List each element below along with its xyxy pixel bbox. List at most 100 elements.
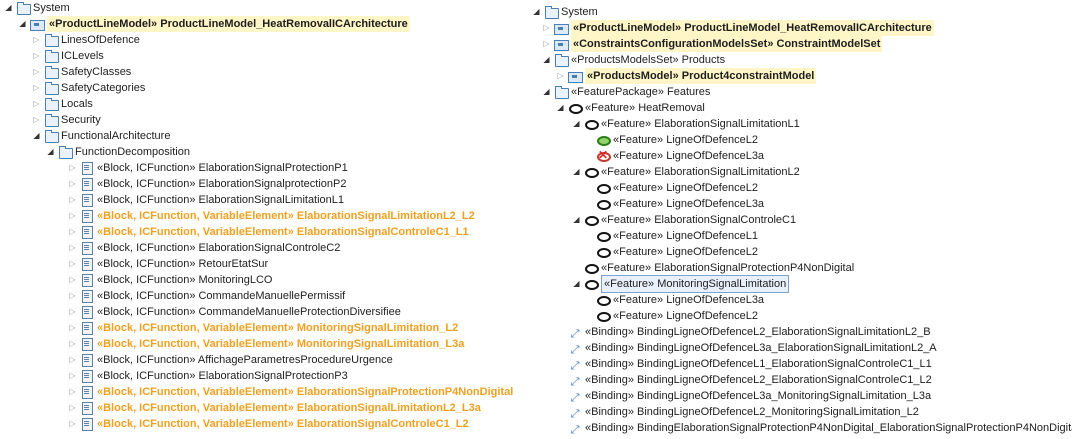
tree-node-feature[interactable]: ◢ «Feature» ElaborationSignalLimitationL… (572, 164, 800, 180)
expand-arrow-closed-icon[interactable]: ▷ (68, 256, 77, 272)
tree-node-feature[interactable]: «Feature» LigneOfDefenceL3a (596, 147, 764, 164)
expand-arrow-closed-icon[interactable]: ▷ (68, 224, 77, 240)
tree-node-feature[interactable]: «Feature» LigneOfDefenceL2 (596, 132, 758, 148)
tree-node-feature[interactable]: ◢ «Feature» HeatRemoval (556, 100, 705, 116)
tree-node-feature[interactable]: «Feature» LigneOfDefenceL1 (596, 228, 758, 244)
expand-arrow-closed-icon[interactable]: ▷ (68, 240, 77, 256)
expand-arrow-closed-icon[interactable]: ▷ (68, 272, 77, 288)
tree-node-feature[interactable]: ◢ «Feature» ElaborationSignalLimitationL… (572, 116, 800, 132)
tree-node-variable-block[interactable]: ▷ «Block, ICFunction, VariableElement» M… (68, 336, 464, 352)
expand-arrow-closed-icon[interactable]: ▷ (68, 304, 77, 320)
tree-node-safetycategories[interactable]: ▷ SafetyCategories (32, 80, 145, 96)
expand-arrow-closed-icon[interactable]: ▷ (32, 32, 41, 48)
tree-node-binding[interactable]: ⤢ «Binding» BindingLigneOfDefenceL2_Moni… (568, 404, 919, 420)
expand-arrow-closed-icon[interactable]: ▷ (32, 80, 41, 96)
tree-node-variable-block[interactable]: ▷ «Block, ICFunction, VariableElement» M… (68, 320, 458, 336)
tree-node-feature[interactable]: «Feature» ElaborationSignalProtectionP4N… (584, 260, 854, 276)
tree-node-variable-block[interactable]: ▷ «Block, ICFunction, VariableElement» E… (68, 384, 513, 400)
expand-arrow-open-icon[interactable]: ◢ (572, 164, 581, 180)
tree-node-productsmodel[interactable]: ▷ «ProductsModel» Product4constraintMode… (556, 68, 817, 84)
expand-arrow-closed-icon[interactable]: ▷ (68, 352, 77, 368)
tree-node-safetyclasses[interactable]: ▷ SafetyClasses (32, 64, 131, 80)
expand-arrow-open-icon[interactable]: ◢ (46, 144, 55, 160)
expand-arrow-open-icon[interactable]: ◢ (4, 0, 13, 16)
expand-arrow-open-icon[interactable]: ◢ (572, 276, 581, 292)
tree-node-block[interactable]: ▷ «Block, ICFunction» ElaborationSignalp… (68, 176, 346, 192)
tree-node-binding[interactable]: ⤢ «Binding» BindingLigneOfDefenceL1_Elab… (568, 356, 932, 372)
tree-node-block[interactable]: ▷ «Block, ICFunction» ElaborationSignalP… (68, 368, 348, 384)
expand-arrow-open-icon[interactable]: ◢ (572, 116, 581, 132)
expand-arrow-closed-icon[interactable]: ▷ (68, 160, 77, 176)
tree-node-block[interactable]: ▷ «Block, ICFunction» AffichageParametre… (68, 352, 393, 368)
expand-arrow-closed-icon[interactable]: ▷ (68, 192, 77, 208)
tree-node-features[interactable]: ◢ «FeaturePackage» Features (542, 84, 710, 100)
tree-node-variable-block[interactable]: ▷ «Block, ICFunction, VariableElement» E… (68, 224, 469, 240)
tree-node-variable-block[interactable]: ▷ «Block, ICFunction, VariableElement» E… (68, 400, 481, 416)
folder-icon (554, 54, 569, 67)
expand-arrow-open-icon[interactable]: ◢ (532, 4, 541, 20)
expand-arrow-open-icon[interactable]: ◢ (32, 128, 41, 144)
tree-node-feature[interactable]: «Feature» LigneOfDefenceL2 (596, 180, 758, 196)
block-icon (80, 306, 94, 319)
folder-icon (554, 86, 569, 99)
expand-arrow-closed-icon[interactable]: ▷ (68, 368, 77, 384)
expand-arrow-closed-icon[interactable]: ▷ (68, 416, 77, 432)
expand-arrow-open-icon[interactable]: ◢ (556, 100, 565, 116)
tree-node-binding[interactable]: ⤢ «Binding» BindingLigneOfDefenceL3a_Ela… (568, 340, 937, 356)
expand-arrow-closed-icon[interactable]: ▷ (68, 400, 77, 416)
tree-node-block[interactable]: ▷ «Block, ICFunction» ElaborationSignalC… (68, 240, 340, 256)
tree-node-feature[interactable]: «Feature» LigneOfDefenceL2 (596, 308, 758, 324)
expand-arrow-open-icon[interactable]: ◢ (542, 84, 551, 100)
expand-arrow-closed-icon[interactable]: ▷ (68, 288, 77, 304)
expand-arrow-closed-icon[interactable]: ▷ (68, 208, 77, 224)
expand-arrow-closed-icon[interactable]: ▷ (32, 48, 41, 64)
tree-node-binding[interactable]: ⤢ «Binding» BindingElaborationSignalProt… (568, 420, 1072, 436)
tree-node-feature[interactable]: «Feature» LigneOfDefenceL3a (596, 196, 764, 212)
expand-arrow-closed-icon[interactable]: ▷ (542, 20, 551, 36)
tree-node-locals[interactable]: ▷ Locals (32, 96, 93, 112)
binding-icon: ⤢ (570, 424, 580, 436)
tree-node-binding[interactable]: ⤢ «Binding» BindingLigneOfDefenceL2_Elab… (568, 372, 932, 388)
expand-arrow-closed-icon[interactable]: ▷ (32, 96, 41, 112)
tree-node-label: «Block, ICFunction, VariableElement» Ela… (97, 210, 475, 222)
expand-arrow-closed-icon[interactable]: ▷ (68, 384, 77, 400)
expand-arrow-closed-icon[interactable]: ▷ (68, 176, 77, 192)
feature-icon (596, 198, 611, 210)
tree-node-label: «Feature» ElaborationSignalLimitationL1 (601, 118, 800, 130)
expand-arrow-open-icon[interactable]: ◢ (18, 16, 27, 32)
tree-node-variable-block[interactable]: ▷ «Block, ICFunction, VariableElement» E… (68, 416, 469, 432)
expand-arrow-closed-icon[interactable]: ▷ (32, 112, 41, 128)
tree-node-system[interactable]: ◢ System (4, 0, 70, 16)
tree-node-constraintmodelset[interactable]: ▷ «ConstraintsConfigurationModelsSet» Co… (542, 36, 883, 52)
expand-arrow-closed-icon[interactable]: ▷ (68, 320, 77, 336)
expand-arrow-closed-icon[interactable]: ▷ (32, 64, 41, 80)
tree-node-block[interactable]: ▷ «Block, ICFunction» ElaborationSignalL… (68, 192, 344, 208)
tree-node-functionalarchitecture[interactable]: ◢ FunctionalArchitecture (32, 128, 170, 144)
tree-node-block[interactable]: ▷ «Block, ICFunction» CommandeManuellePe… (68, 288, 345, 304)
tree-node-feature-selected[interactable]: ◢ «Feature» MonitoringSignalLimitation (572, 275, 790, 293)
expand-arrow-closed-icon[interactable]: ▷ (542, 36, 551, 52)
tree-node-iclevels[interactable]: ▷ ICLevels (32, 48, 104, 64)
expand-arrow-closed-icon[interactable]: ▷ (556, 68, 565, 84)
tree-node-binding[interactable]: ⤢ «Binding» BindingLigneOfDefenceL3a_Mon… (568, 388, 932, 404)
tree-node-feature[interactable]: ◢ «Feature» ElaborationSignalControleC1 (572, 212, 796, 228)
tree-node-block[interactable]: ▷ «Block, ICFunction» MonitoringLCO (68, 272, 272, 288)
tree-node-block[interactable]: ▷ «Block, ICFunction» ElaborationSignalP… (68, 160, 348, 176)
tree-node-binding[interactable]: ⤢ «Binding» BindingLigneOfDefenceL2_Elab… (568, 324, 931, 340)
tree-node-linesofdefence[interactable]: ▷ LinesOfDefence (32, 32, 140, 48)
tree-node-block[interactable]: ▷ «Block, ICFunction» RetourEtatSur (68, 256, 268, 272)
expand-arrow-closed-icon[interactable]: ▷ (68, 336, 77, 352)
tree-node-block[interactable]: ▷ «Block, ICFunction» CommandeManuellePr… (68, 304, 401, 320)
tree-node-security[interactable]: ▷ Security (32, 112, 101, 128)
tree-node-feature[interactable]: «Feature» LigneOfDefenceL2 (596, 244, 758, 260)
expand-arrow-open-icon[interactable]: ◢ (572, 212, 581, 228)
tree-node-productlinemodel[interactable]: ▷ «ProductLineModel» ProductLineModel_He… (542, 20, 934, 36)
tree-node-feature[interactable]: «Feature» LigneOfDefenceL3a (596, 292, 764, 308)
expand-arrow-open-icon[interactable]: ◢ (542, 52, 551, 68)
tree-node-products[interactable]: ◢ «ProductsModelsSet» Products (542, 52, 725, 68)
binding-icon: ⤢ (570, 344, 580, 356)
tree-node-functiondecomposition[interactable]: ◢ FunctionDecomposition (46, 144, 190, 160)
tree-node-system[interactable]: ◢ System (532, 4, 598, 20)
tree-node-productlinemodel[interactable]: ◢ «ProductLineModel» ProductLineModel_He… (18, 16, 410, 32)
tree-node-variable-block[interactable]: ▷ «Block, ICFunction, VariableElement» E… (68, 208, 475, 224)
